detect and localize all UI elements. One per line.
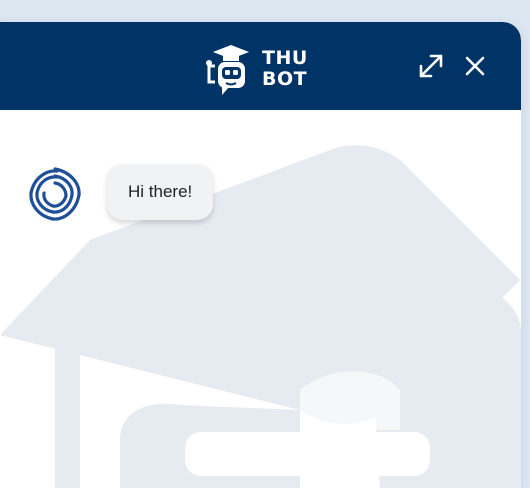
brand-line-1: THU <box>262 47 308 69</box>
chat-widget: THU BOT Hi there! <box>0 22 521 488</box>
close-button[interactable] <box>461 52 489 80</box>
spiral-logo-icon <box>27 167 83 223</box>
expand-icon <box>419 54 443 78</box>
chat-header: THU BOT <box>0 22 521 110</box>
expand-button[interactable] <box>417 52 445 80</box>
brand-logo: THU BOT <box>205 42 315 98</box>
close-icon <box>465 56 485 76</box>
brand-name: THU BOT <box>262 48 308 90</box>
chat-body[interactable]: Hi there! <box>0 110 521 488</box>
brand-line-2: BOT <box>262 68 308 90</box>
graduation-robot-icon <box>206 45 249 95</box>
message-bubble: Hi there! <box>107 164 214 220</box>
